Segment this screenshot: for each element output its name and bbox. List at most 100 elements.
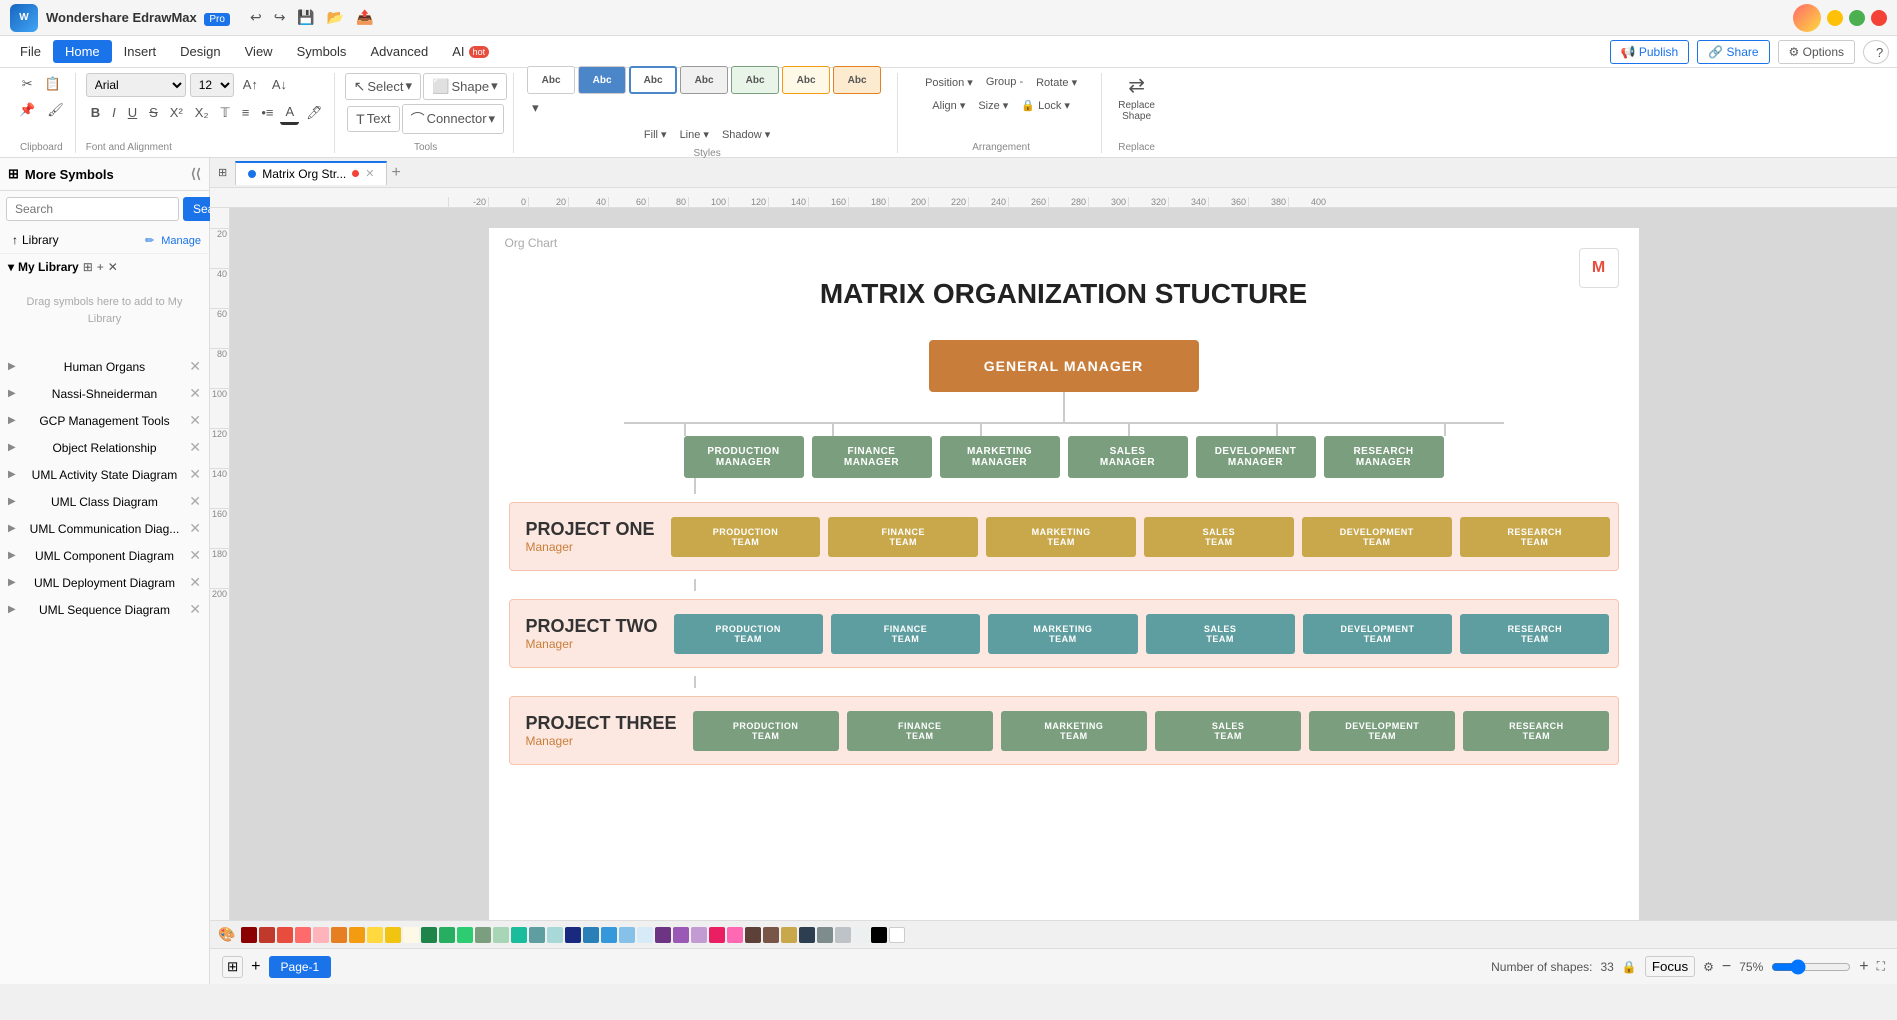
remove-icon[interactable]: ✕ bbox=[189, 574, 201, 591]
shadow-button[interactable]: Shadow ▾ bbox=[717, 125, 775, 144]
color-swatch-darkgray[interactable] bbox=[799, 927, 815, 943]
team-box-p3-production[interactable]: PRODUCTIONTEAM bbox=[693, 711, 839, 751]
underline-button[interactable]: U bbox=[123, 102, 142, 123]
undo-button[interactable]: ↩ bbox=[246, 7, 266, 28]
org-chart-title[interactable]: MATRIX ORGANIZATION STUCTURE bbox=[509, 258, 1619, 340]
shape-button[interactable]: ⬜ Shape ▾ bbox=[423, 73, 507, 100]
menu-item-ai[interactable]: AI hot bbox=[440, 40, 501, 63]
project-three-label[interactable]: PROJECT THREE Manager bbox=[518, 705, 685, 756]
remove-icon[interactable]: ✕ bbox=[189, 358, 201, 375]
team-box-p1-production[interactable]: PRODUCTIONTEAM bbox=[671, 517, 821, 557]
team-box-p3-research[interactable]: RESEARCHTEAM bbox=[1463, 711, 1609, 751]
color-swatch-navy[interactable] bbox=[565, 927, 581, 943]
library-item-gcp[interactable]: ▶ GCP Management Tools ✕ bbox=[0, 407, 209, 434]
library-item-uml-component[interactable]: ▶ UML Component Diagram ✕ bbox=[0, 542, 209, 569]
team-box-p2-finance[interactable]: FINANCETEAM bbox=[831, 614, 980, 654]
add-tab-button[interactable]: + bbox=[391, 164, 400, 182]
project-one-label[interactable]: PROJECT ONE Manager bbox=[518, 511, 663, 562]
team-box-p3-development[interactable]: DEVELOPMENTTEAM bbox=[1309, 711, 1455, 751]
text-button[interactable]: T Text bbox=[347, 106, 399, 132]
style-box-3[interactable]: Abc bbox=[629, 66, 677, 94]
color-swatch-medgreen[interactable] bbox=[457, 927, 473, 943]
highlight-button[interactable]: 🖊 bbox=[301, 102, 328, 124]
color-swatch-hotpink[interactable] bbox=[727, 927, 743, 943]
manager-box-marketing[interactable]: MARKETING MANAGER bbox=[940, 436, 1060, 478]
color-swatch-blue[interactable] bbox=[583, 927, 599, 943]
open-button[interactable]: 📂 bbox=[323, 7, 348, 28]
color-swatch-lightred[interactable] bbox=[277, 927, 293, 943]
team-box-p2-marketing[interactable]: MARKETINGTEAM bbox=[988, 614, 1137, 654]
color-swatch-lightgreen[interactable] bbox=[475, 927, 491, 943]
copy-button[interactable]: 📋 bbox=[40, 73, 66, 95]
project-two-label[interactable]: PROJECT TWO Manager bbox=[518, 608, 666, 659]
publish-button[interactable]: 📢 Publish bbox=[1610, 40, 1690, 64]
library-item-nassi[interactable]: ▶ Nassi-Shneiderman ✕ bbox=[0, 380, 209, 407]
team-box-p2-development[interactable]: DEVELOPMENTTEAM bbox=[1303, 614, 1452, 654]
library-item-uml-activity[interactable]: ▶ UML Activity State Diagram ✕ bbox=[0, 461, 209, 488]
manager-box-development[interactable]: DEVELOPMENT MANAGER bbox=[1196, 436, 1316, 478]
color-swatch-lightblue[interactable] bbox=[619, 927, 635, 943]
manager-box-finance[interactable]: FINANCE MANAGER bbox=[812, 436, 932, 478]
strikethrough-button[interactable]: S bbox=[144, 102, 163, 123]
menu-item-advanced[interactable]: Advanced bbox=[358, 40, 440, 63]
font-name-select[interactable]: Arial bbox=[86, 73, 186, 97]
team-box-p1-finance[interactable]: FINANCETEAM bbox=[828, 517, 978, 557]
list-button[interactable]: ≡ bbox=[237, 102, 255, 123]
color-swatch-teal[interactable] bbox=[511, 927, 527, 943]
align-button[interactable]: Align ▾ bbox=[927, 96, 970, 115]
style-box-2[interactable]: Abc bbox=[578, 66, 626, 94]
library-item-uml-class[interactable]: ▶ UML Class Diagram ✕ bbox=[0, 488, 209, 515]
fill-button[interactable]: Fill ▾ bbox=[639, 125, 672, 144]
team-box-p1-development[interactable]: DEVELOPMENTTEAM bbox=[1302, 517, 1452, 557]
format-painter-button[interactable]: 🖌 bbox=[42, 99, 69, 121]
text-special-button[interactable]: 𝕋 bbox=[216, 102, 235, 124]
color-swatch-black[interactable] bbox=[871, 927, 887, 943]
color-swatch-magenta[interactable] bbox=[709, 927, 725, 943]
remove-icon[interactable]: ✕ bbox=[189, 385, 201, 402]
add-page-button[interactable]: + bbox=[251, 958, 260, 976]
color-swatch-lightyellow[interactable] bbox=[403, 927, 419, 943]
vertical-ruler-toggle[interactable]: ⊞ bbox=[218, 166, 227, 179]
grid-toggle-button[interactable]: ⊞ bbox=[222, 956, 243, 978]
connector-button[interactable]: ⌒ Connector ▾ bbox=[402, 104, 505, 134]
color-swatch-gray[interactable] bbox=[817, 927, 833, 943]
style-box-1[interactable]: Abc bbox=[527, 66, 575, 94]
team-box-p3-sales[interactable]: SALESTEAM bbox=[1155, 711, 1301, 751]
menu-item-file[interactable]: File bbox=[8, 40, 53, 63]
style-more-button[interactable]: ▾ bbox=[527, 97, 544, 119]
my-library-grid-button[interactable]: ⊞ bbox=[83, 260, 93, 274]
my-library-close-button[interactable]: ✕ bbox=[108, 260, 118, 274]
cut-button[interactable]: ✂ bbox=[17, 73, 38, 95]
color-swatch-lightgray[interactable] bbox=[835, 927, 851, 943]
minimize-button[interactable] bbox=[1827, 10, 1843, 26]
library-item-uml-deploy[interactable]: ▶ UML Deployment Diagram ✕ bbox=[0, 569, 209, 596]
remove-icon[interactable]: ✕ bbox=[189, 520, 201, 537]
lock-button[interactable]: 🔒 Lock ▾ bbox=[1016, 96, 1075, 115]
style-box-5[interactable]: Abc bbox=[731, 66, 779, 94]
team-box-p3-finance[interactable]: FINANCETEAM bbox=[847, 711, 993, 751]
user-avatar[interactable] bbox=[1793, 4, 1821, 32]
canvas-tab-active[interactable]: Matrix Org Str... ✕ bbox=[235, 161, 387, 185]
manager-box-research[interactable]: RESEARCH MANAGER bbox=[1324, 436, 1444, 478]
style-box-6[interactable]: Abc bbox=[782, 66, 830, 94]
gm-box[interactable]: GENERAL MANAGER bbox=[929, 340, 1199, 392]
remove-icon[interactable]: ✕ bbox=[189, 412, 201, 429]
color-swatch-cyan[interactable] bbox=[529, 927, 545, 943]
menu-item-design[interactable]: Design bbox=[168, 40, 232, 63]
tab-close-icon[interactable]: ✕ bbox=[365, 167, 374, 180]
library-item-object-rel[interactable]: ▶ Object Relationship ✕ bbox=[0, 434, 209, 461]
library-item-uml-sequence[interactable]: ▶ UML Sequence Diagram ✕ bbox=[0, 596, 209, 623]
color-swatch-red[interactable] bbox=[259, 927, 275, 943]
active-page-tab[interactable]: Page-1 bbox=[269, 956, 332, 978]
paste-button[interactable]: 📌 bbox=[14, 99, 40, 121]
color-swatch-darkorange[interactable] bbox=[331, 927, 347, 943]
remove-icon[interactable]: ✕ bbox=[189, 493, 201, 510]
fullscreen-button[interactable]: ⛶ bbox=[1877, 959, 1885, 974]
line-button[interactable]: Line ▾ bbox=[675, 125, 714, 144]
group-button[interactable]: Group - bbox=[981, 73, 1028, 91]
color-swatch-palegreen[interactable] bbox=[493, 927, 509, 943]
zoom-in-button[interactable]: + bbox=[1859, 958, 1868, 976]
menu-item-insert[interactable]: Insert bbox=[112, 40, 169, 63]
options-button[interactable]: ⚙ Options bbox=[1778, 40, 1855, 64]
color-swatch-darkred[interactable] bbox=[241, 927, 257, 943]
